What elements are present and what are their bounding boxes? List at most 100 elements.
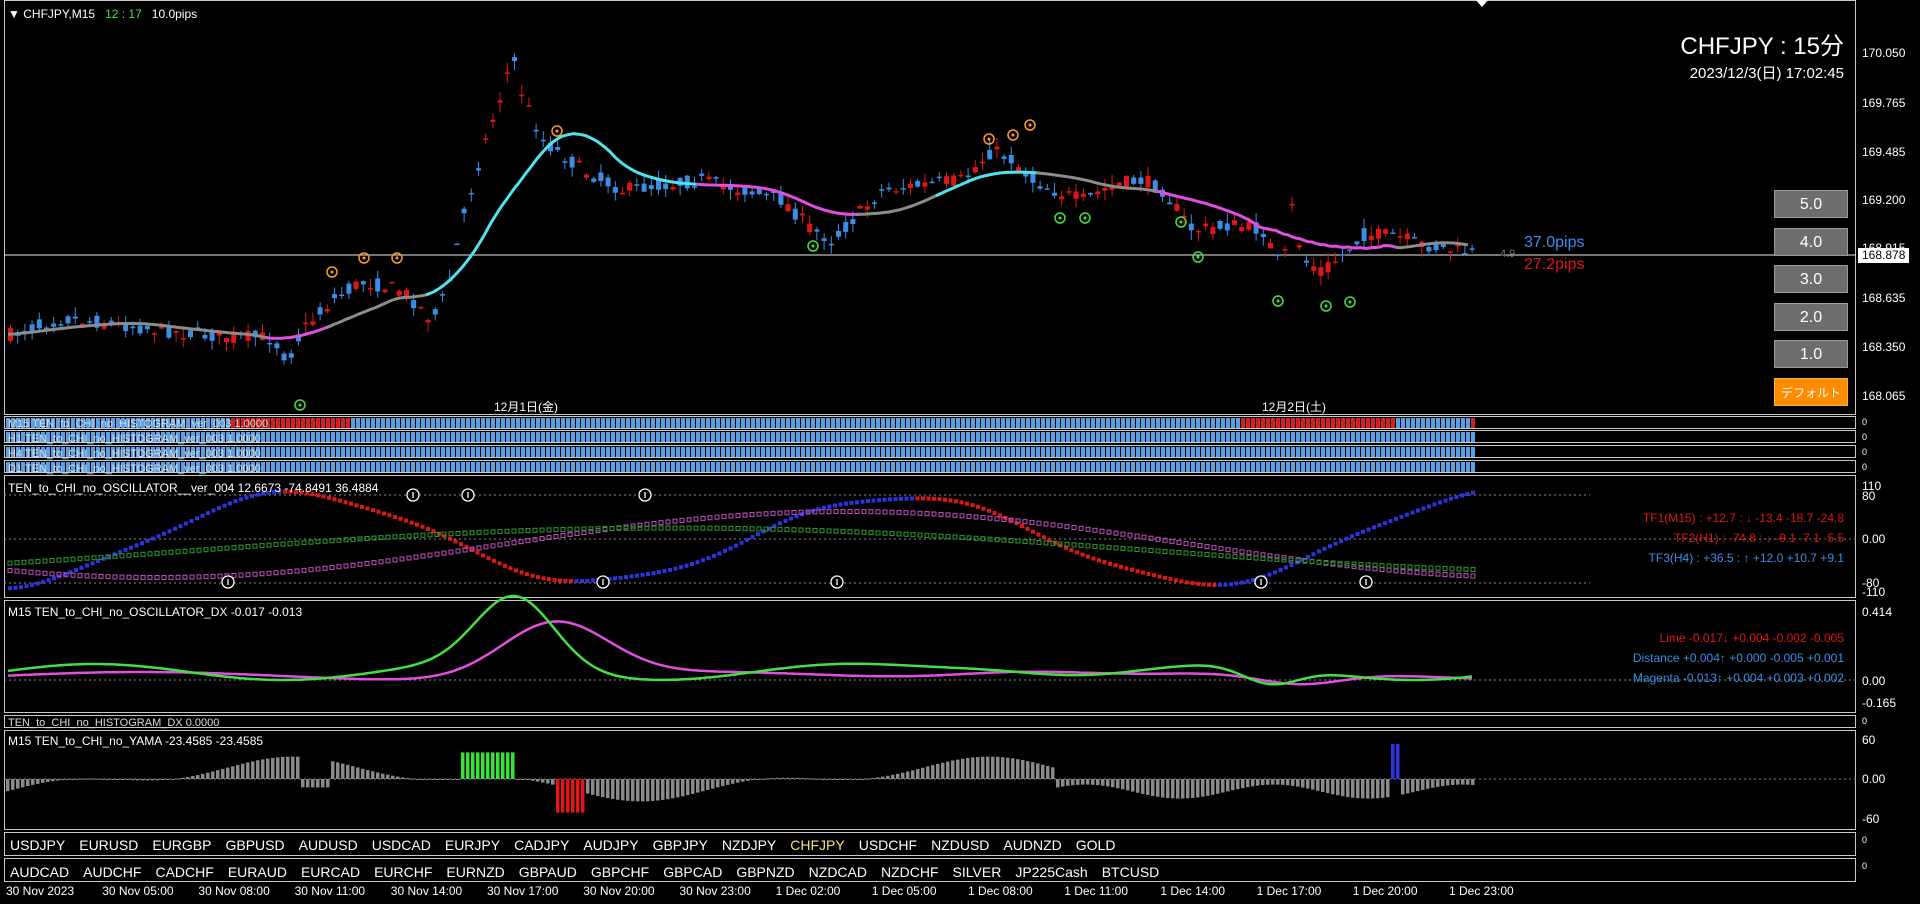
symbol-gbpjpy[interactable]: GBPJPY <box>653 837 708 853</box>
symbol-gbpnzd[interactable]: GBPNZD <box>736 864 794 880</box>
candle-body <box>605 177 611 187</box>
candle-body <box>490 119 496 122</box>
candle-body <box>1102 187 1108 191</box>
buy-marker-dot <box>1058 216 1062 220</box>
symbol-silver[interactable]: SILVER <box>953 864 1002 880</box>
candle-body <box>1188 223 1194 231</box>
button-5-0[interactable]: 5.0 <box>1774 190 1848 218</box>
oscillator-scale-80: 80 <box>1862 489 1876 503</box>
candle-body <box>51 323 57 327</box>
time-label: 1 Dec 20:00 <box>1352 884 1418 898</box>
candle-body <box>929 181 935 184</box>
dx-scale-top: 0.414 <box>1862 605 1893 619</box>
default-button[interactable]: デフォルト <box>1774 378 1848 406</box>
candle-body <box>1145 176 1151 188</box>
symbol-nzdjpy[interactable]: NZDJPY <box>722 837 776 853</box>
symbol-usdchf[interactable]: USDCHF <box>859 837 917 853</box>
shift-marker-icon <box>1476 0 1488 7</box>
candle-body <box>396 290 402 296</box>
sell-marker-dot <box>555 129 559 133</box>
button-2-0[interactable]: 2.0 <box>1774 303 1848 331</box>
oscillator-title: TEN_to_CHI_no_OSCILLATOR__ver_004 12.667… <box>8 481 379 495</box>
symbol-gbpaud[interactable]: GBPAUD <box>519 864 577 880</box>
candle-body <box>281 353 287 361</box>
symbol-audjpy[interactable]: AUDJPY <box>583 837 638 853</box>
symbol-audnzd[interactable]: AUDNZD <box>1003 837 1061 853</box>
candle-body <box>1260 233 1266 238</box>
candle-body <box>1131 177 1137 184</box>
symbol-eurusd[interactable]: EURUSD <box>79 837 138 853</box>
symbol-eurgbp[interactable]: EURGBP <box>152 837 211 853</box>
symbol-usdcad[interactable]: USDCAD <box>372 837 431 853</box>
candle-body <box>519 94 525 97</box>
big-title: CHFJPY : 15分 <box>1680 33 1844 60</box>
candle-body <box>987 149 993 160</box>
symbol-nzdusd[interactable]: NZDUSD <box>931 837 989 853</box>
symbol-eurjpy[interactable]: EURJPY <box>445 837 500 853</box>
candle-body <box>440 294 445 296</box>
button-1-0[interactable]: 1.0 <box>1774 340 1848 368</box>
time-label: 30 Nov 17:00 <box>487 884 559 898</box>
histogram-panel-h1 <box>4 430 1856 443</box>
candle-body <box>699 173 705 176</box>
symbol-nzdchf[interactable]: NZDCHF <box>881 864 939 880</box>
candle-body <box>634 184 640 186</box>
main-price-chart[interactable] <box>0 0 1920 415</box>
symbol-usdjpy[interactable]: USDJPY <box>10 837 65 853</box>
chevron-down-icon[interactable]: ▼ <box>8 7 20 21</box>
candle-body <box>425 319 431 323</box>
symbol-gbpusd[interactable]: GBPUSD <box>225 837 284 853</box>
yama-panel[interactable] <box>4 730 1856 830</box>
symbol-nzdcad[interactable]: NZDCAD <box>809 864 867 880</box>
symbol-gold[interactable]: GOLD <box>1076 837 1116 853</box>
time-label: 30 Nov 14:00 <box>390 884 463 898</box>
candle-body <box>807 223 813 233</box>
symbol-chfjpy[interactable]: CHFJPY <box>790 837 844 853</box>
candle-body <box>562 161 568 163</box>
candle-body <box>1282 249 1288 251</box>
symbol-jp225cash[interactable]: JP225Cash <box>1015 864 1087 880</box>
histogram-dx-panel <box>4 715 1856 728</box>
histogram-scale-m15: 0 <box>1862 417 1868 427</box>
symbol-btcusd[interactable]: BTCUSD <box>1102 864 1160 880</box>
yama-scale-top: 60 <box>1862 733 1876 747</box>
date-label-2: 12月2日(土) <box>1262 400 1327 414</box>
symbol-gbpcad[interactable]: GBPCAD <box>663 864 722 880</box>
symbol-gbpchf[interactable]: GBPCHF <box>591 864 649 880</box>
symbol-audusd[interactable]: AUDUSD <box>299 837 358 853</box>
symbol-audchf[interactable]: AUDCHF <box>83 864 141 880</box>
symbol-eurchf[interactable]: EURCHF <box>374 864 432 880</box>
candle-body <box>317 307 323 315</box>
time-label: 30 Nov 2023 <box>6 884 75 898</box>
candle-body <box>936 176 942 179</box>
price-label-3: 169.485 <box>1862 145 1906 159</box>
buy-marker-dot <box>811 244 815 248</box>
candle-body <box>404 289 409 297</box>
candle-body <box>656 179 661 190</box>
symbol-cadchf[interactable]: CADCHF <box>155 864 213 880</box>
dx-lime: Lime -0.017↓ +0.004 -0.002 -0.005 <box>1659 631 1844 645</box>
price-label-2: 169.765 <box>1862 96 1906 110</box>
candle-body <box>692 186 697 188</box>
symbol-eurcad[interactable]: EURCAD <box>301 864 360 880</box>
symbol-euraud[interactable]: EURAUD <box>228 864 287 880</box>
symbol-audcad[interactable]: AUDCAD <box>10 864 69 880</box>
symbol-cadjpy[interactable]: CADJPY <box>514 837 569 853</box>
ma-cyan-segment <box>425 132 699 297</box>
candle-body <box>130 326 136 329</box>
candle-body <box>584 174 589 178</box>
button-3-0[interactable]: 3.0 <box>1774 265 1848 293</box>
candle-body <box>1376 228 1381 239</box>
candle-body <box>1390 232 1396 235</box>
oscillator-tf1: TF1(M15) : +12.7 : ↓ -13.4 -18.7 -24.8 <box>1642 511 1844 525</box>
signal-markers <box>294 119 1356 411</box>
candle-body <box>1052 192 1057 196</box>
histogram-dx-label: TEN_to_CHI_no_HISTOGRAM_DX 0.0000 <box>8 717 220 729</box>
button-4-0[interactable]: 4.0 <box>1774 228 1848 256</box>
candle-body <box>785 204 791 212</box>
candle-body <box>922 182 928 187</box>
symbol-eurnzd[interactable]: EURNZD <box>446 864 504 880</box>
yama-scale-0: 0.00 <box>1862 772 1886 786</box>
pips-red: 27.2pips <box>1524 256 1585 273</box>
candle-body <box>87 321 93 323</box>
